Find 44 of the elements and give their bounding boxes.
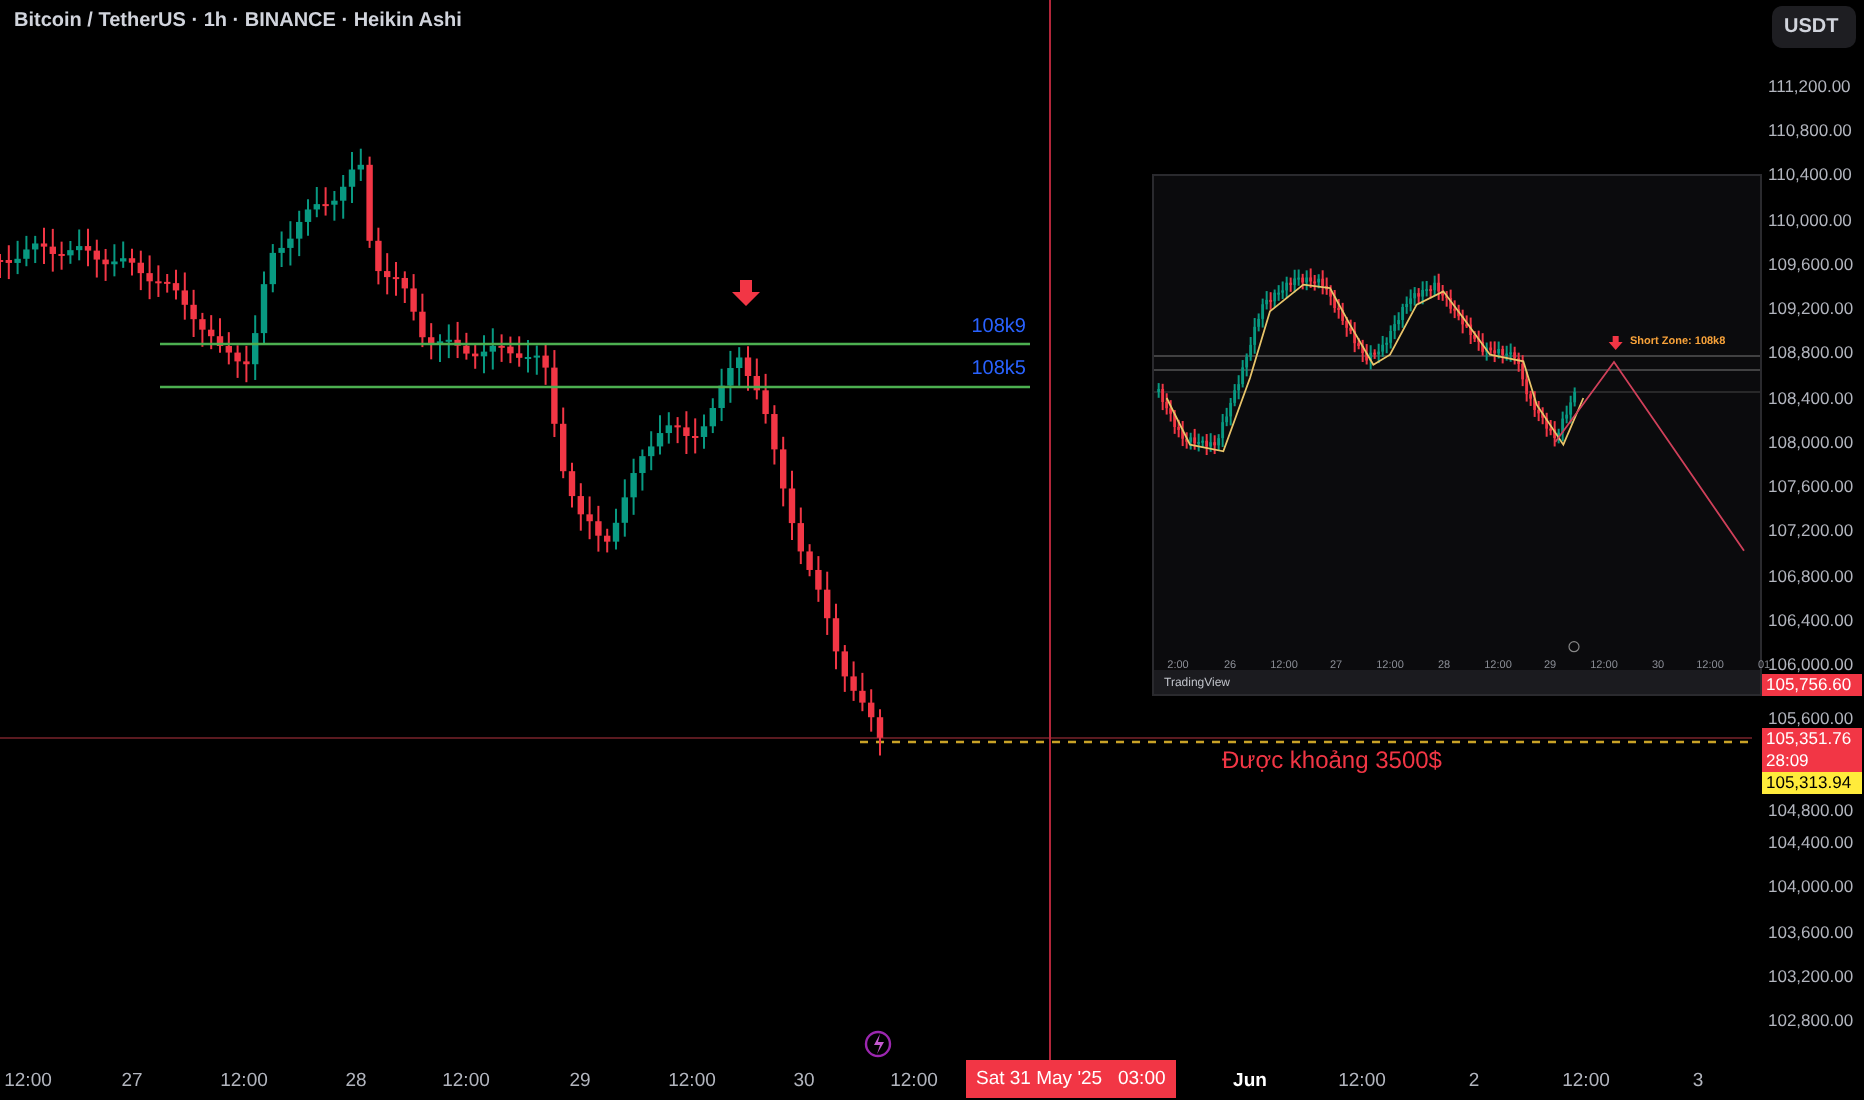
time-tick: Jun xyxy=(1233,1070,1267,1092)
time-tick: 2 xyxy=(1468,1070,1480,1092)
price-tick: 109,600.00 xyxy=(1768,251,1854,276)
price-tick: 110,800.00 xyxy=(1768,118,1852,143)
time-tick: 12:00 xyxy=(890,1070,938,1092)
price-tick: 103,600.00 xyxy=(1768,919,1854,944)
price-tick: 107,600.00 xyxy=(1768,474,1854,499)
price-tick: 106,800.00 xyxy=(1768,563,1854,588)
price-tick: 111,200.00 xyxy=(1768,74,1851,98)
price-tick: 106,000.00 xyxy=(1768,652,1854,677)
currency-button[interactable]: USDT xyxy=(1772,6,1856,48)
time-tick: 30 xyxy=(793,1070,815,1092)
price-tick: 105,600.00 xyxy=(1768,706,1854,731)
level-label: 108k5 xyxy=(971,358,1026,380)
price-tick: 108,800.00 xyxy=(1768,340,1854,365)
price-tick: 104,800.00 xyxy=(1768,797,1854,822)
time-tick: 28 xyxy=(345,1070,367,1092)
time-tick: 3 xyxy=(1692,1070,1704,1092)
price-tag: 105,351.76 28:09 xyxy=(1762,728,1862,772)
price-tick: 108,400.00 xyxy=(1768,385,1854,410)
price-tick: 107,200.00 xyxy=(1768,518,1854,543)
time-tick: 12:00 xyxy=(1562,1070,1610,1092)
time-tick: 12:00 xyxy=(4,1070,52,1092)
annotation-text: Được khoảng 3500$ xyxy=(1222,746,1442,774)
price-tick: 110,400.00 xyxy=(1768,162,1852,187)
price-tick: 102,800.00 xyxy=(1768,1008,1854,1033)
price-tick: 104,000.00 xyxy=(1768,874,1854,899)
price-tag: 105,756.60 xyxy=(1762,674,1862,696)
time-tick: 12:00 xyxy=(1338,1070,1386,1092)
chart-title: Bitcoin / TetherUS · 1h · BINANCE · Heikin Ashi xyxy=(14,10,462,32)
time-tick: 27 xyxy=(121,1070,143,1092)
price-tick: 106,400.00 xyxy=(1768,607,1854,632)
price-tick: 104,400.00 xyxy=(1768,830,1854,855)
time-tick: 29 xyxy=(569,1070,591,1092)
time-tick: 12:00 xyxy=(668,1070,716,1092)
time-tick: 12:00 xyxy=(220,1070,268,1092)
price-tick: 109,200.00 xyxy=(1768,296,1854,321)
level-label: 108k9 xyxy=(971,316,1026,338)
time-tick: 12:00 xyxy=(442,1070,490,1092)
crosshair-time-label: Sat 31 May '25 03:00 xyxy=(966,1060,1176,1098)
price-tag: 105,313.94 xyxy=(1762,772,1862,794)
price-tick: 108,000.00 xyxy=(1768,429,1854,454)
price-tick: 103,200.00 xyxy=(1768,963,1854,988)
price-tick: 110,000.00 xyxy=(1768,207,1852,232)
